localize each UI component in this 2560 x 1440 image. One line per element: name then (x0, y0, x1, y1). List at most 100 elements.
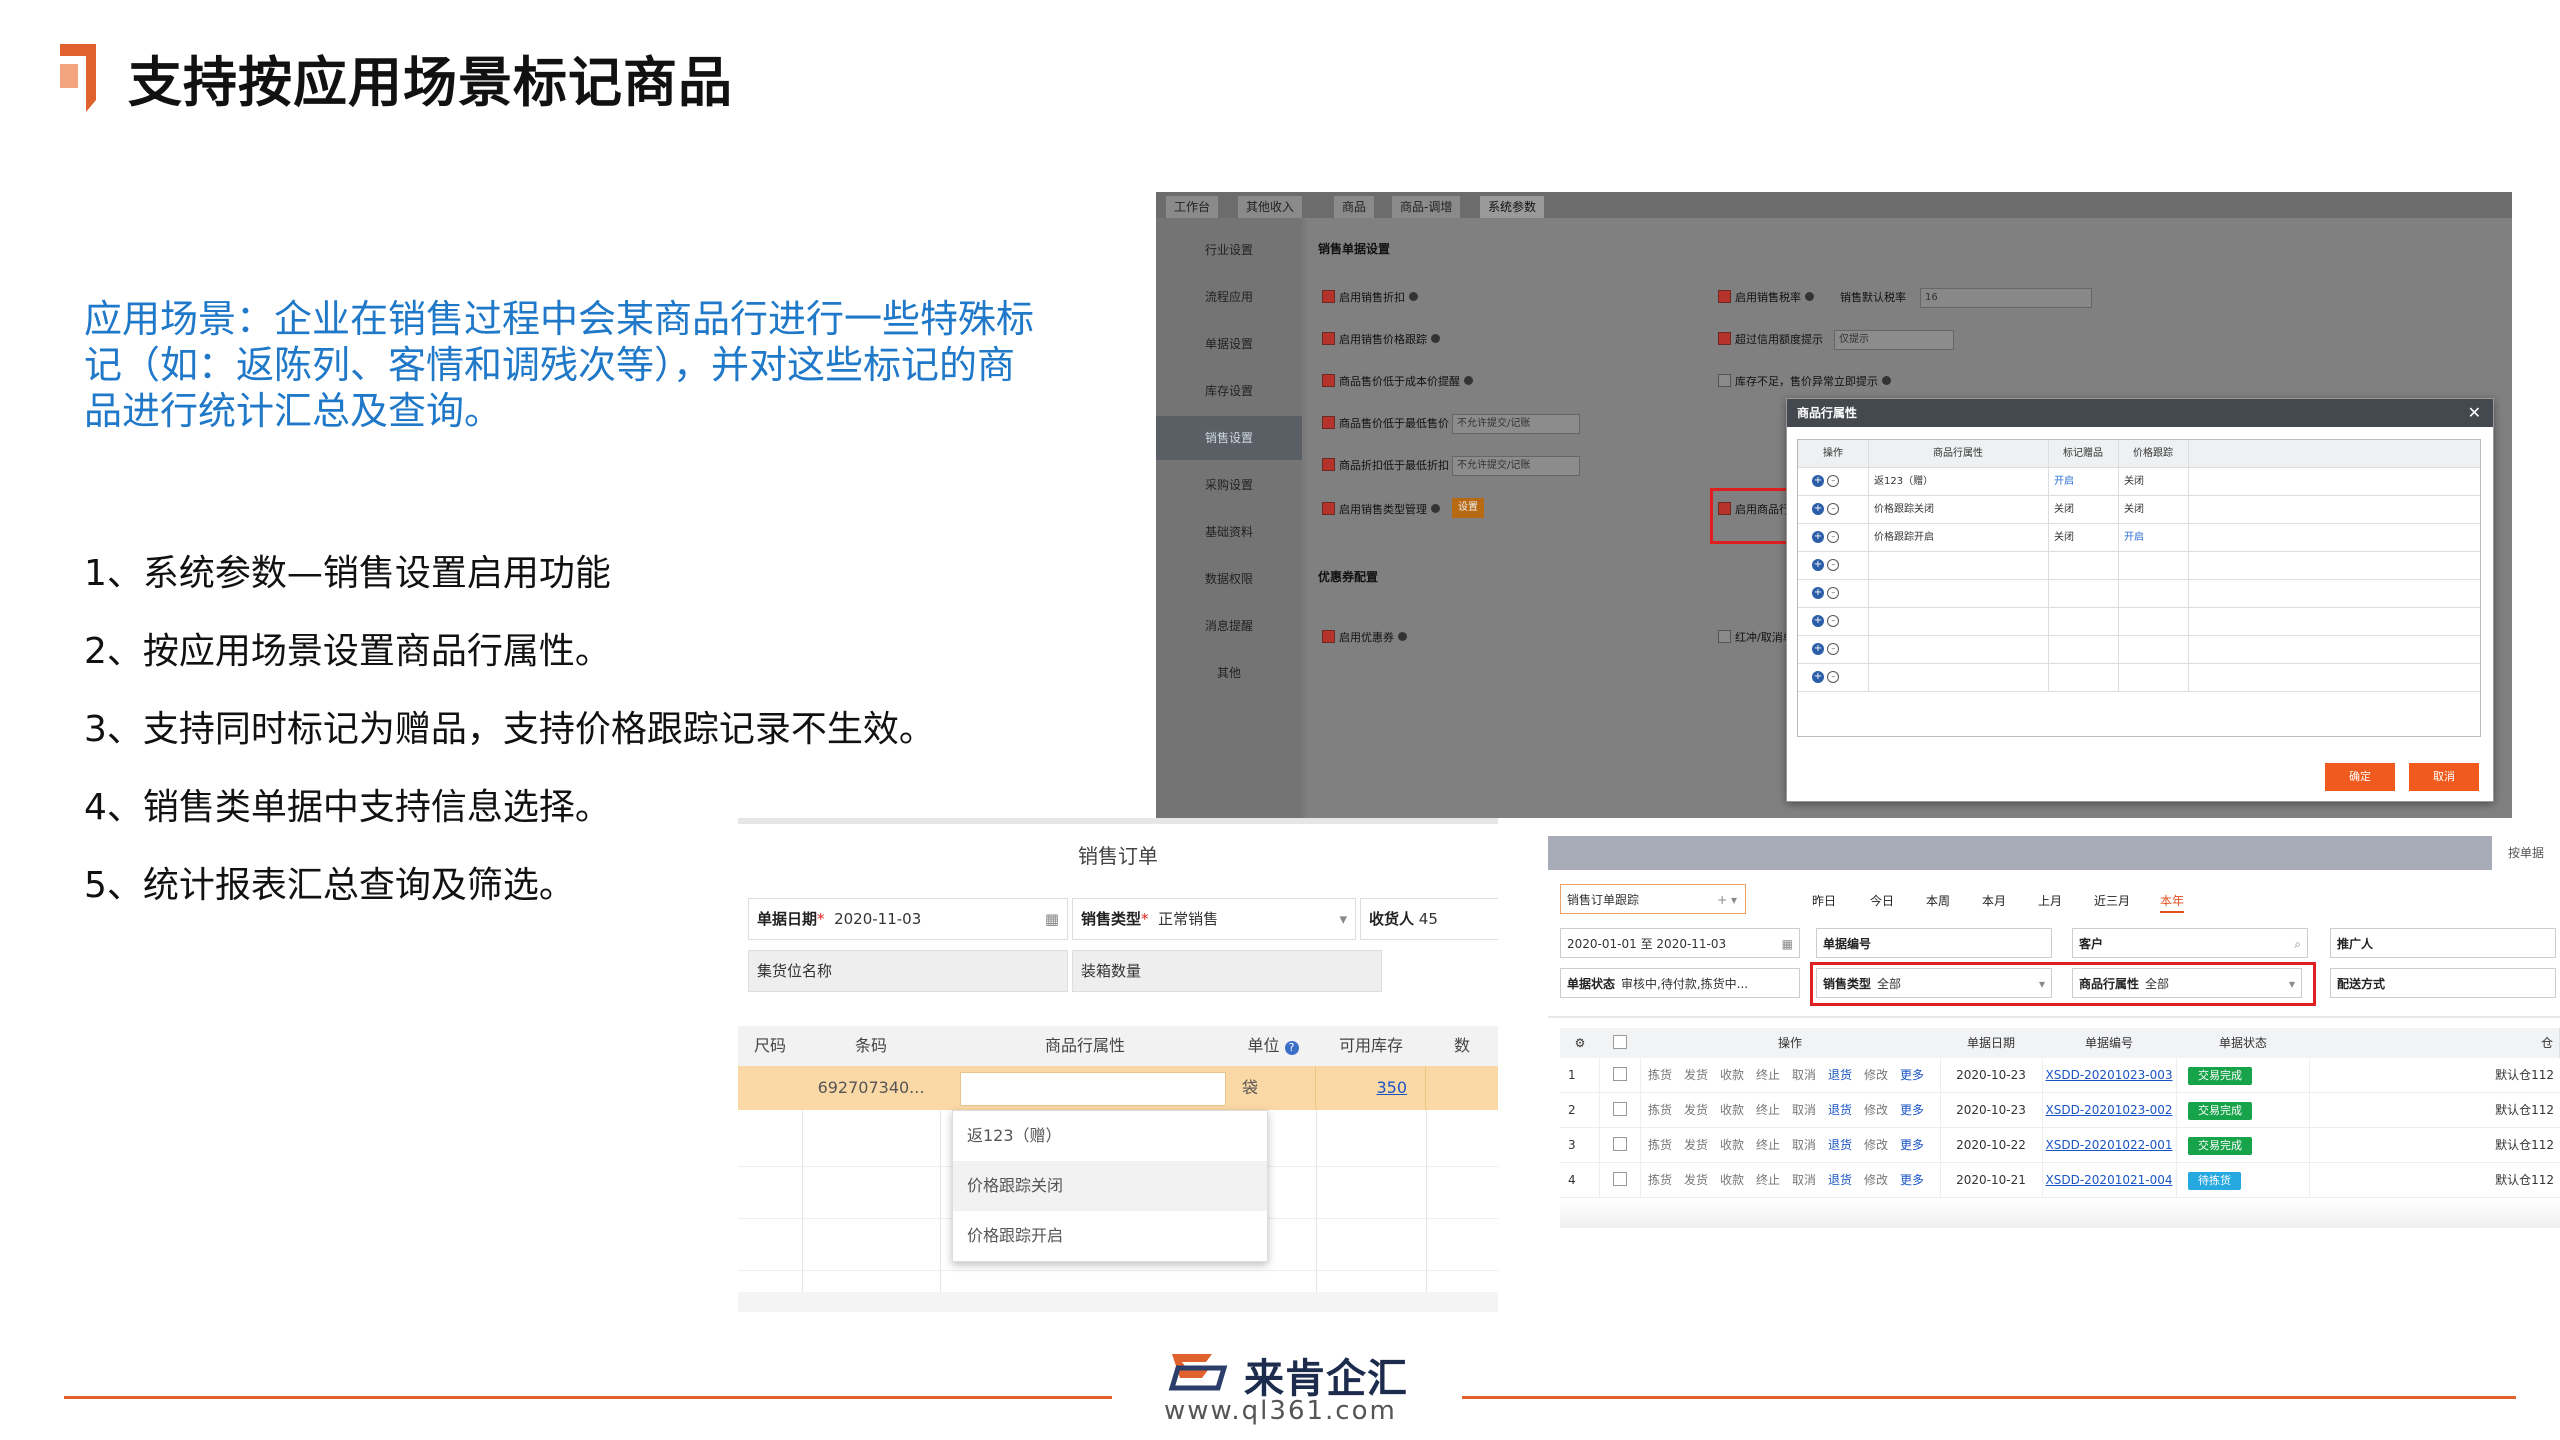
row-action[interactable]: 收款 (1720, 1093, 1744, 1127)
search-icon[interactable]: ⌕ (2294, 929, 2301, 957)
tab-other-income[interactable]: 其他收入 (1238, 196, 1303, 218)
tab-system-params[interactable]: 系统参数 (1480, 196, 1545, 218)
row-action[interactable]: 收款 (1720, 1128, 1744, 1162)
sidebar-item-purchase[interactable]: 采购设置 (1156, 463, 1302, 507)
gift-value[interactable]: 开启 (2054, 468, 2118, 495)
option-below-cost[interactable]: 商品售价低于成本价提醒 (1322, 374, 1473, 390)
col-doc-date[interactable]: 单据日期 (1940, 1028, 2043, 1058)
row-action[interactable]: 取消 (1792, 1163, 1816, 1197)
row-action[interactable]: 终止 (1756, 1128, 1780, 1162)
sidebar-item-industry[interactable]: 行业设置 (1156, 228, 1302, 272)
checkbox-icon[interactable] (1718, 374, 1731, 387)
option-stock-shortage[interactable]: 库存不足，售价异常立即提示 (1718, 374, 1891, 390)
sidebar-item-message[interactable]: 消息提醒 (1156, 604, 1302, 648)
remove-row-icon[interactable]: – (1827, 615, 1840, 627)
attribute-name[interactable]: 价格跟踪关闭 (1874, 496, 2044, 523)
add-row-icon[interactable]: + (1812, 503, 1824, 515)
row-action[interactable]: 修改 (1864, 1058, 1888, 1092)
checkbox-icon[interactable] (1718, 502, 1731, 515)
row-action[interactable]: 修改 (1864, 1128, 1888, 1162)
sidebar-item-other[interactable]: 其他 (1156, 651, 1302, 695)
sidebar-item-flow[interactable]: 流程应用 (1156, 275, 1302, 319)
quick-date-last-month[interactable]: 上月 (2038, 892, 2062, 909)
row-action[interactable]: 发货 (1684, 1058, 1708, 1092)
row-checkbox[interactable] (1613, 1067, 1627, 1081)
sidebar-item-docs[interactable]: 单据设置 (1156, 322, 1302, 366)
remove-row-icon[interactable]: – (1827, 671, 1840, 683)
quick-date-yesterday[interactable]: 昨日 (1812, 892, 1836, 909)
option-below-min-price[interactable]: 商品售价低于最低售价 (1322, 416, 1449, 432)
sidebar-item-basic[interactable]: 基础资料 (1156, 510, 1302, 554)
table-row[interactable]: 4 拣货 发货 收款 终止 取消 退货 修改 更多 2020-10-21 XSDD-20201021… (1560, 1163, 2560, 1198)
remove-row-icon[interactable]: – (1827, 643, 1840, 655)
row-action[interactable]: 修改 (1864, 1093, 1888, 1127)
row-action[interactable]: 发货 (1684, 1093, 1708, 1127)
sales-type-setup-button[interactable]: 设置 (1452, 498, 1484, 518)
add-row-icon[interactable]: + (1812, 587, 1824, 599)
option-sales-discount[interactable]: 启用销售折扣 (1322, 290, 1418, 306)
table-row[interactable]: 3 拣货 发货 收款 终止 取消 退货 修改 更多 2020-10-22 XSDD-20201022… (1560, 1128, 2560, 1163)
option-below-min-discount[interactable]: 商品折扣低于最低折扣 (1322, 458, 1449, 474)
row-action[interactable]: 更多 (1900, 1163, 1924, 1197)
receiver-field[interactable]: 收货人 45 (1360, 898, 1498, 940)
track-value[interactable]: 关闭 (2124, 496, 2188, 523)
track-value[interactable]: 关闭 (2124, 468, 2188, 495)
checkbox-icon[interactable] (1322, 458, 1335, 471)
remove-row-icon[interactable]: – (1827, 587, 1840, 599)
add-row-icon[interactable]: + (1812, 615, 1824, 627)
row-action[interactable]: 拣货 (1648, 1163, 1672, 1197)
row-action[interactable]: 拣货 (1648, 1128, 1672, 1162)
row-action[interactable]: 更多 (1900, 1058, 1924, 1092)
add-row-icon[interactable]: + (1812, 643, 1824, 655)
row-checkbox[interactable] (1613, 1102, 1627, 1116)
gear-icon[interactable]: ⚙ (1575, 1036, 1586, 1050)
remove-row-icon[interactable]: – (1827, 503, 1840, 515)
row-action[interactable]: 终止 (1756, 1163, 1780, 1197)
sidebar-item-stock[interactable]: 库存设置 (1156, 369, 1302, 413)
row-action[interactable]: 更多 (1900, 1093, 1924, 1127)
row-action[interactable]: 退货 (1828, 1128, 1852, 1162)
calendar-icon[interactable]: ▦ (1782, 929, 1793, 957)
table-row[interactable]: 1 拣货 发货 收款 终止 取消 退货 修改 更多 2020-10-23 XSDD-20201023… (1560, 1058, 2560, 1093)
option-sales-tax[interactable]: 启用销售税率 (1718, 290, 1814, 306)
checkbox-icon[interactable] (1322, 630, 1335, 643)
dropdown-option[interactable]: 返123（赠） (953, 1111, 1267, 1161)
row-code-link[interactable]: XSDD-20201023-002 (2046, 1103, 2173, 1117)
row-action[interactable]: 退货 (1828, 1058, 1852, 1092)
sidebar-item-permission[interactable]: 数据权限 (1156, 557, 1302, 601)
order-date-field[interactable]: 单据日期* 2020-11-03 ▦ (748, 898, 1068, 940)
customer-input[interactable]: 客户 ⌕ (2072, 928, 2308, 958)
remove-row-icon[interactable]: – (1827, 475, 1840, 487)
quick-date-this-week[interactable]: 本周 (1926, 892, 1950, 909)
row-action[interactable]: 收款 (1720, 1058, 1744, 1092)
tab-goods[interactable]: 商品 (1334, 196, 1375, 218)
row-action[interactable]: 退货 (1828, 1163, 1852, 1197)
checkbox-icon[interactable] (1718, 290, 1731, 303)
add-row-icon[interactable]: + (1812, 671, 1824, 683)
table-row[interactable]: 2 拣货 发货 收款 终止 取消 退货 修改 更多 2020-10-23 XSDD-20201023… (1560, 1093, 2560, 1128)
row-code-link[interactable]: XSDD-20201021-004 (2046, 1173, 2173, 1187)
dialog-cancel-button[interactable]: 取消 (2409, 763, 2479, 791)
dropdown-option[interactable]: 价格跟踪关闭 (953, 1161, 1267, 1211)
report-select[interactable]: 销售订单跟踪 + ▾ (1560, 884, 1746, 914)
checkbox-icon[interactable] (1718, 332, 1731, 345)
line-attribute-input[interactable] (960, 1072, 1226, 1106)
row-action[interactable]: 拣货 (1648, 1058, 1672, 1092)
quick-date-this-year[interactable]: 本年 (2160, 892, 2185, 913)
attribute-name[interactable]: 返123（赠） (1874, 468, 2044, 495)
remove-row-icon[interactable]: – (1827, 531, 1840, 543)
quick-date-today[interactable]: 今日 (1870, 892, 1894, 909)
doc-number-input[interactable]: 单据编号 (1816, 928, 2052, 958)
promoter-input[interactable]: 推广人 (2330, 928, 2556, 958)
doc-status-select[interactable]: 单据状态 审核中,待付款,拣货中... (1560, 968, 1800, 998)
line-attribute-filter[interactable]: 商品行属性 全部 ▾ (2072, 968, 2302, 998)
checkbox-icon[interactable] (1322, 332, 1335, 345)
min-discount-select[interactable]: 不允许提交/记账 (1452, 456, 1580, 476)
tab-goods-adjust[interactable]: 商品-调增 (1392, 196, 1461, 218)
attribute-name[interactable]: 价格跟踪开启 (1874, 524, 2044, 551)
row-action[interactable]: 更多 (1900, 1128, 1924, 1162)
row-action[interactable]: 取消 (1792, 1093, 1816, 1127)
row-action[interactable]: 拣货 (1648, 1093, 1672, 1127)
row-stock-link[interactable]: 350 (1316, 1066, 1426, 1110)
checkbox-icon[interactable] (1322, 502, 1335, 515)
